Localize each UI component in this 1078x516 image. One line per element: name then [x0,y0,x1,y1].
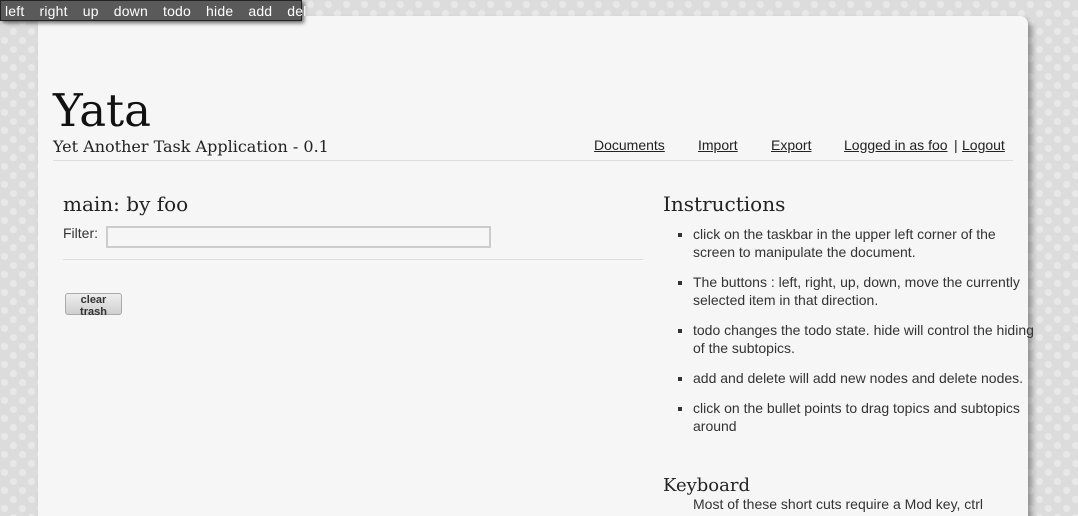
taskbar-hide-button[interactable]: hide [206,3,233,19]
instructions-list: click on the taskbar in the upper left c… [663,225,1038,447]
nav-separator: | [954,137,958,153]
taskbar-todo-button[interactable]: todo [163,3,191,19]
taskbar-down-button[interactable]: down [114,3,148,19]
app-title: Yata [53,84,151,137]
instruction-item: todo changes the todo state. hide will c… [693,321,1038,357]
keyboard-title: Keyboard [663,475,751,496]
document-divider [63,259,643,260]
taskbar-right-button[interactable]: right [39,3,67,19]
taskbar-up-button[interactable]: up [83,3,99,19]
taskbar-del-button[interactable]: del [287,3,306,19]
document-title: main: by foo [63,192,189,216]
taskbar-add-button[interactable]: add [248,3,272,19]
instructions-title: Instructions [663,192,786,216]
header-divider [53,160,1013,161]
nav-import-link[interactable]: Import [698,137,738,153]
filter-label: Filter: [63,225,98,241]
nav-export-link[interactable]: Export [771,137,811,153]
nav-documents-link[interactable]: Documents [594,137,665,153]
nav-logout-link[interactable]: Logout [962,137,1005,153]
instruction-item: The buttons : left, right, up, down, mov… [693,273,1038,309]
keyboard-text: Most of these short cuts require a Mod k… [693,496,983,512]
taskbar-left-button[interactable]: left [5,3,24,19]
filter-input[interactable] [106,226,491,248]
instruction-item: add and delete will add new nodes and de… [693,369,1038,387]
clear-trash-button[interactable]: clear trash [65,293,122,318]
page-container: Yata Yet Another Task Application - 0.1 … [38,16,1034,516]
instruction-item: click on the taskbar in the upper left c… [693,225,1038,261]
taskbar: left right up down todo hide add del [0,0,306,21]
nav-user-link[interactable]: Logged in as foo [844,137,948,153]
instruction-item: click on the bullet points to drag topic… [693,399,1038,435]
app-subtitle: Yet Another Task Application - 0.1 [53,137,329,156]
